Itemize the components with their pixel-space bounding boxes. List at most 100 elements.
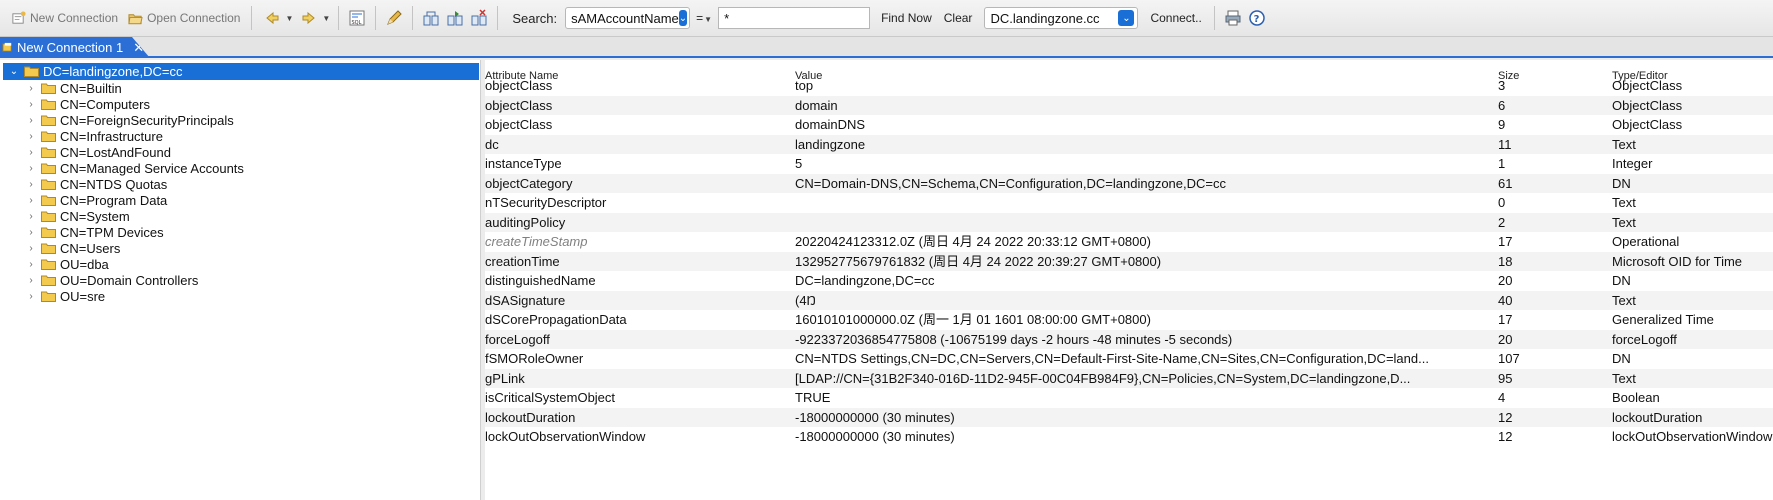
value-cell[interactable]: domain [795, 96, 1440, 116]
value-cell[interactable]: top [795, 76, 1440, 96]
value-cell[interactable]: 16010101000000.0Z (周一 1月 01 1601 08:00:0… [795, 310, 1440, 330]
table-row[interactable]: objectClass domain 6 ObjectClass [485, 95, 1773, 116]
chevron-down-icon[interactable]: ⌄ [678, 10, 688, 26]
table-row[interactable]: lockoutDuration -18000000000 (30 minutes)… [485, 407, 1773, 428]
tree-node[interactable]: › CN=Computers [24, 96, 150, 113]
clear-button[interactable]: Clear [938, 11, 979, 25]
pencil-edit-icon[interactable] [385, 9, 403, 27]
value-cell[interactable]: -9223372036854775808 (-10675199 days -2 … [795, 330, 1440, 350]
toolbar-separator [412, 6, 414, 30]
tree-node[interactable]: › OU=dba [24, 256, 108, 273]
move-entry-icon[interactable] [446, 9, 464, 27]
back-arrow-icon [266, 11, 279, 25]
table-row[interactable]: auditingPolicy 2 Text [485, 212, 1773, 233]
chevron-right-icon[interactable]: › [24, 227, 38, 238]
size-cell: 95 [1498, 370, 1513, 386]
tree-node[interactable]: › CN=Infrastructure [24, 128, 163, 145]
value-cell[interactable]: -18000000000 (30 minutes) [795, 427, 1440, 447]
table-row[interactable]: instanceType 5 1 Integer [485, 154, 1773, 174]
tree-node[interactable]: › CN=Managed Service Accounts [24, 160, 244, 177]
chevron-right-icon[interactable]: › [24, 243, 38, 254]
table-row[interactable]: lockOutObservationWindow -18000000000 (30… [485, 427, 1773, 447]
table-row[interactable]: dSASignature (4Ŋ 40 Text [485, 290, 1773, 311]
value-cell[interactable]: CN=NTDS Settings,CN=DC,CN=Servers,CN=Def… [795, 349, 1440, 369]
help-icon[interactable]: ? [1248, 9, 1266, 27]
chevron-right-icon[interactable]: › [24, 179, 38, 190]
table-row[interactable]: creationTime 132952775679761832 (周日 4月 24… [485, 251, 1773, 272]
value-cell[interactable]: domainDNS [795, 115, 1440, 135]
table-row[interactable]: dSCorePropagationData 16010101000000.0Z (… [485, 310, 1773, 330]
forward-dropdown-icon[interactable]: ▼ [322, 14, 330, 23]
forward-button[interactable]: ▼ [295, 5, 332, 31]
tree-node[interactable]: › CN=TPM Devices [24, 224, 163, 241]
chevron-right-icon[interactable]: › [24, 259, 38, 270]
close-tab-icon[interactable]: ✕ [133, 40, 144, 56]
table-row[interactable]: fSMORoleOwner CN=NTDS Settings,CN=DC,CN=S… [485, 349, 1773, 369]
chevron-right-icon[interactable]: › [24, 195, 38, 206]
find-now-button[interactable]: Find Now [875, 11, 938, 25]
table-row[interactable]: createTimeStamp 20220424123312.0Z (周日 4月 … [485, 232, 1773, 252]
new-connection-button[interactable]: New Connection [6, 5, 123, 31]
tree-node[interactable]: › CN=System [24, 208, 129, 225]
chevron-right-icon[interactable]: › [24, 83, 38, 94]
value-cell[interactable]: 20220424123312.0Z (周日 4月 24 2022 20:33:1… [795, 232, 1440, 252]
value-cell[interactable]: (4Ŋ [795, 291, 1440, 311]
tree-node[interactable]: › CN=Builtin [24, 80, 121, 97]
open-connection-button[interactable]: Open Connection [123, 5, 245, 31]
back-dropdown-icon[interactable]: ▼ [285, 14, 293, 23]
value-cell[interactable]: landingzone [795, 135, 1440, 155]
print-icon[interactable] [1224, 9, 1242, 27]
table-row[interactable]: dc landingzone 11 Text [485, 134, 1773, 155]
delete-entry-icon[interactable] [470, 9, 488, 27]
value-cell[interactable]: CN=Domain-DNS,CN=Schema,CN=Configuration… [795, 174, 1440, 194]
chevron-right-icon[interactable]: › [24, 131, 38, 142]
tree-node[interactable]: › OU=Domain Controllers [24, 272, 198, 289]
tree-node[interactable]: › CN=ForeignSecurityPrincipals [24, 112, 233, 129]
connection-tab-icon [2, 42, 12, 52]
chevron-down-icon[interactable]: ⌄ [1118, 10, 1135, 26]
value-cell[interactable] [795, 193, 1440, 213]
chevron-right-icon[interactable]: › [24, 163, 38, 174]
chevron-right-icon[interactable]: › [24, 147, 38, 158]
connect-button[interactable]: Connect.. [1144, 11, 1207, 25]
folder-icon [41, 115, 56, 126]
search-attribute-select[interactable]: sAMAccountName ⌄ [565, 7, 691, 29]
server-select[interactable]: DC.landingzone.cc ⌄ [984, 7, 1139, 29]
tree-root-node[interactable]: ⌄ DC=landingzone,DC=cc [3, 63, 479, 80]
table-row[interactable]: objectCategory CN=Domain-DNS,CN=Schema,CN… [485, 173, 1773, 194]
sql-query-icon[interactable]: SQL [348, 9, 366, 27]
operator-select[interactable]: =▼ [696, 11, 712, 25]
tree-node[interactable]: › CN=NTDS Quotas [24, 176, 167, 193]
table-row[interactable]: nTSecurityDescriptor 0 Text [485, 193, 1773, 213]
table-row[interactable]: isCriticalSystemObject TRUE 4 Boolean [485, 388, 1773, 408]
add-entry-icon[interactable] [422, 9, 440, 27]
back-button[interactable]: ▼ [258, 5, 295, 31]
value-cell[interactable]: DC=landingzone,DC=cc [795, 271, 1440, 291]
chevron-right-icon[interactable]: › [24, 115, 38, 126]
chevron-right-icon[interactable]: › [24, 99, 38, 110]
tree-node[interactable]: › CN=Program Data [24, 192, 167, 209]
table-row[interactable]: distinguishedName DC=landingzone,DC=cc 20 D… [485, 271, 1773, 291]
type-editor-cell: DN [1612, 175, 1631, 191]
chevron-down-icon[interactable]: ⌄ [7, 66, 21, 77]
value-cell[interactable] [795, 213, 1440, 233]
chevron-right-icon[interactable]: › [24, 211, 38, 222]
search-value-input[interactable] [718, 7, 871, 29]
value-cell[interactable]: -18000000000 (30 minutes) [795, 408, 1440, 428]
tree-node[interactable]: › OU=sre [24, 288, 105, 305]
type-editor-cell: DN [1612, 273, 1631, 288]
tab-new-connection-1[interactable]: New Connection 1 ✕ [0, 37, 150, 58]
tree-node[interactable]: › CN=LostAndFound [24, 144, 171, 161]
tree-node[interactable]: › CN=Users [24, 240, 120, 257]
value-cell[interactable]: [LDAP://CN={31B2F340-016D-11D2-945F-00C0… [795, 369, 1440, 389]
chevron-right-icon[interactable]: › [24, 291, 38, 302]
table-row[interactable]: objectClass top 3 ObjectClass [485, 76, 1773, 96]
value-cell[interactable]: 5 [795, 154, 1440, 174]
table-row[interactable]: gPLink [LDAP://CN={31B2F340-016D-11D2-945… [485, 368, 1773, 389]
operator-dropdown-icon[interactable]: ▼ [704, 15, 712, 24]
chevron-right-icon[interactable]: › [24, 275, 38, 286]
table-row[interactable]: forceLogoff -9223372036854775808 (-106751… [485, 329, 1773, 350]
value-cell[interactable]: TRUE [795, 388, 1440, 408]
table-row[interactable]: objectClass domainDNS 9 ObjectClass [485, 115, 1773, 135]
value-cell[interactable]: 132952775679761832 (周日 4月 24 2022 20:39:… [795, 252, 1440, 272]
